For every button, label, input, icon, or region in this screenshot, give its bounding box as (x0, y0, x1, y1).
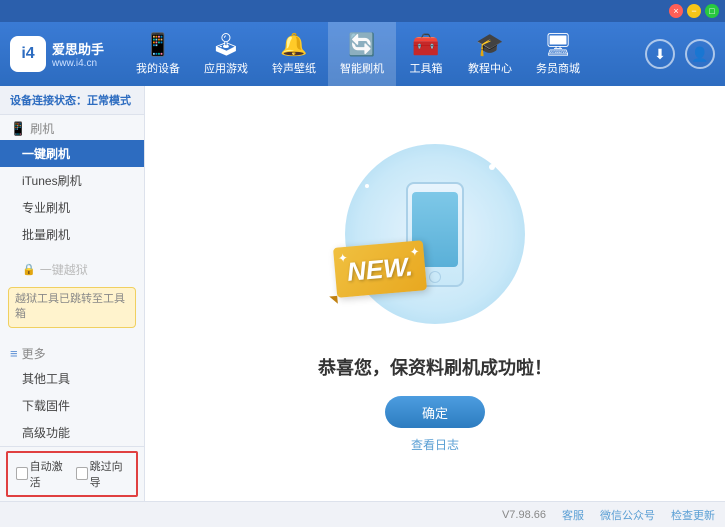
phone-home-button (429, 271, 441, 283)
nav-toolbox-label: 工具箱 (410, 60, 443, 76)
sidebar: 设备连接状态：正常模式 📱 刷机 一键刷机 iTunes刷机 专业刷机 批量刷机… (0, 86, 145, 501)
toolbox-icon: 🧰 (412, 32, 439, 58)
skip-guide-checkbox[interactable]: 跳过向导 (76, 458, 128, 490)
header: i4 爱思助手 www.i4.cn 📱 我的设备 🕹 应用游戏 🔔 铃声壁纸 🔄… (0, 22, 725, 86)
confirm-button[interactable]: 确定 (385, 396, 485, 428)
sidebar-section-header-flash: 📱 刷机 (0, 115, 144, 140)
tutorials-icon: 🎓 (476, 32, 503, 58)
check-update-link[interactable]: 检查更新 (671, 507, 715, 523)
user-btn[interactable]: 👤 (685, 39, 715, 69)
sparkle-1 (489, 164, 495, 170)
service-icon: 🖥 (544, 32, 572, 58)
nav-app-games[interactable]: 🕹 应用游戏 (192, 22, 260, 86)
nav-smart-flash-label: 智能刷机 (340, 60, 384, 76)
customer-service-link[interactable]: 客服 (562, 507, 584, 523)
sidebar-checkboxes: 自动激活 跳过向导 (6, 451, 138, 497)
sidebar-item-download-firmware[interactable]: 下载固件 (0, 392, 144, 419)
jailbreak-label: 一键越狱 (40, 261, 88, 278)
minimize-btn[interactable]: − (687, 4, 701, 18)
skip-guide-label: 跳过向导 (90, 458, 128, 490)
sidebar-status: 设备连接状态：正常模式 (0, 86, 144, 115)
new-ribbon: ✦ ✦ NEW. (333, 240, 427, 298)
maximize-btn[interactable]: □ (705, 4, 719, 18)
auto-activate-label: 自动激活 (30, 458, 68, 490)
success-text: 恭喜您，保资料刷机成功啦！ (318, 354, 552, 380)
window-controls[interactable]: × − □ (669, 4, 719, 18)
ribbon-star-1: ✦ (337, 251, 348, 266)
lock-icon: 🔒 (22, 263, 36, 276)
sidebar-item-other-tools[interactable]: 其他工具 (0, 365, 144, 392)
ringtones-icon: 🔔 (280, 32, 307, 58)
more-section-icon: ≡ (10, 346, 18, 361)
sidebar-item-pro[interactable]: 专业刷机 (0, 194, 144, 221)
auto-activate-checkbox[interactable]: 自动激活 (16, 458, 68, 490)
bottom-right: V7.98.66 客服 微信公众号 检查更新 (502, 507, 715, 523)
nav-toolbox[interactable]: 🧰 工具箱 (396, 22, 456, 86)
download-btn[interactable]: ⬇ (645, 39, 675, 69)
nav-my-device[interactable]: 📱 我的设备 (124, 22, 192, 86)
sidebar-item-onekey[interactable]: 一键刷机 (0, 140, 144, 167)
smart-flash-icon: 🔄 (348, 32, 375, 58)
flash-section-label: 刷机 (30, 120, 54, 137)
version-text: V7.98.66 (502, 509, 546, 521)
sidebar-section-more: ≡ 更多 其他工具 下载固件 高级功能 (0, 340, 144, 446)
nav-tutorials-label: 教程中心 (468, 60, 512, 76)
nav-smart-flash[interactable]: 🔄 智能刷机 (328, 22, 396, 86)
skip-guide-cb-box[interactable] (76, 467, 88, 480)
app-games-icon: 🕹 (212, 32, 240, 58)
my-device-icon: 📱 (144, 32, 171, 58)
sidebar-item-itunes[interactable]: iTunes刷机 (0, 167, 144, 194)
phone-illustration: ✦ ✦ NEW. (335, 134, 535, 334)
logo-icon: i4 (10, 36, 46, 72)
content-area: ✦ ✦ NEW. 恭喜您，保资料刷机成功啦！ 确定 查看日志 (145, 86, 725, 501)
sidebar-bottom: 自动激活 跳过向导 📱 iPhone 15 Pro Max 512GB iPho… (0, 446, 144, 501)
sparkle-2 (365, 184, 369, 188)
nav-ringtones-label: 铃声壁纸 (272, 60, 316, 76)
bottom-bar: V7.98.66 客服 微信公众号 检查更新 (0, 501, 725, 527)
nav-tutorials[interactable]: 🎓 教程中心 (456, 22, 524, 86)
main-layout: 设备连接状态：正常模式 📱 刷机 一键刷机 iTunes刷机 专业刷机 批量刷机… (0, 86, 725, 501)
logo-subtitle: www.i4.cn (52, 58, 104, 69)
header-right: ⬇ 👤 (645, 39, 715, 69)
sidebar-item-batch[interactable]: 批量刷机 (0, 221, 144, 248)
sidebar-item-advanced[interactable]: 高级功能 (0, 419, 144, 446)
view-log-link[interactable]: 查看日志 (411, 436, 459, 453)
nav-app-games-label: 应用游戏 (204, 60, 248, 76)
logo-title: 爱思助手 (52, 39, 104, 58)
logo-text: 爱思助手 www.i4.cn (52, 39, 104, 69)
top-bar: × − □ (0, 0, 725, 22)
nav-items: 📱 我的设备 🕹 应用游戏 🔔 铃声壁纸 🔄 智能刷机 🧰 工具箱 🎓 教程中心… (124, 22, 645, 86)
sidebar-section-flash: 📱 刷机 一键刷机 iTunes刷机 专业刷机 批量刷机 (0, 115, 144, 248)
nav-my-device-label: 我的设备 (136, 60, 180, 76)
phone-circle: ✦ ✦ NEW. (345, 144, 525, 324)
sidebar-disabled-jailbreak: 🔒 一键越狱 (0, 256, 144, 283)
sidebar-jailbreak-note: 越狱工具已跳转至工具箱 (8, 287, 136, 328)
nav-service-label: 务员商城 (536, 60, 580, 76)
more-section-label: 更多 (22, 345, 46, 362)
sparkle-3 (505, 289, 510, 294)
nav-ringtones[interactable]: 🔔 铃声壁纸 (260, 22, 328, 86)
ribbon-star-2: ✦ (409, 245, 420, 260)
auto-activate-cb-box[interactable] (16, 467, 28, 480)
wechat-link[interactable]: 微信公众号 (600, 507, 655, 523)
sidebar-section-header-more: ≡ 更多 (0, 340, 144, 365)
status-value: 正常模式 (87, 95, 131, 107)
close-btn[interactable]: × (669, 4, 683, 18)
status-label: 设备连接状态： (10, 95, 87, 107)
new-ribbon-text: NEW. (346, 251, 414, 288)
flash-section-icon: 📱 (10, 121, 26, 137)
logo: i4 爱思助手 www.i4.cn (10, 36, 104, 72)
nav-service[interactable]: 🖥 务员商城 (524, 22, 592, 86)
